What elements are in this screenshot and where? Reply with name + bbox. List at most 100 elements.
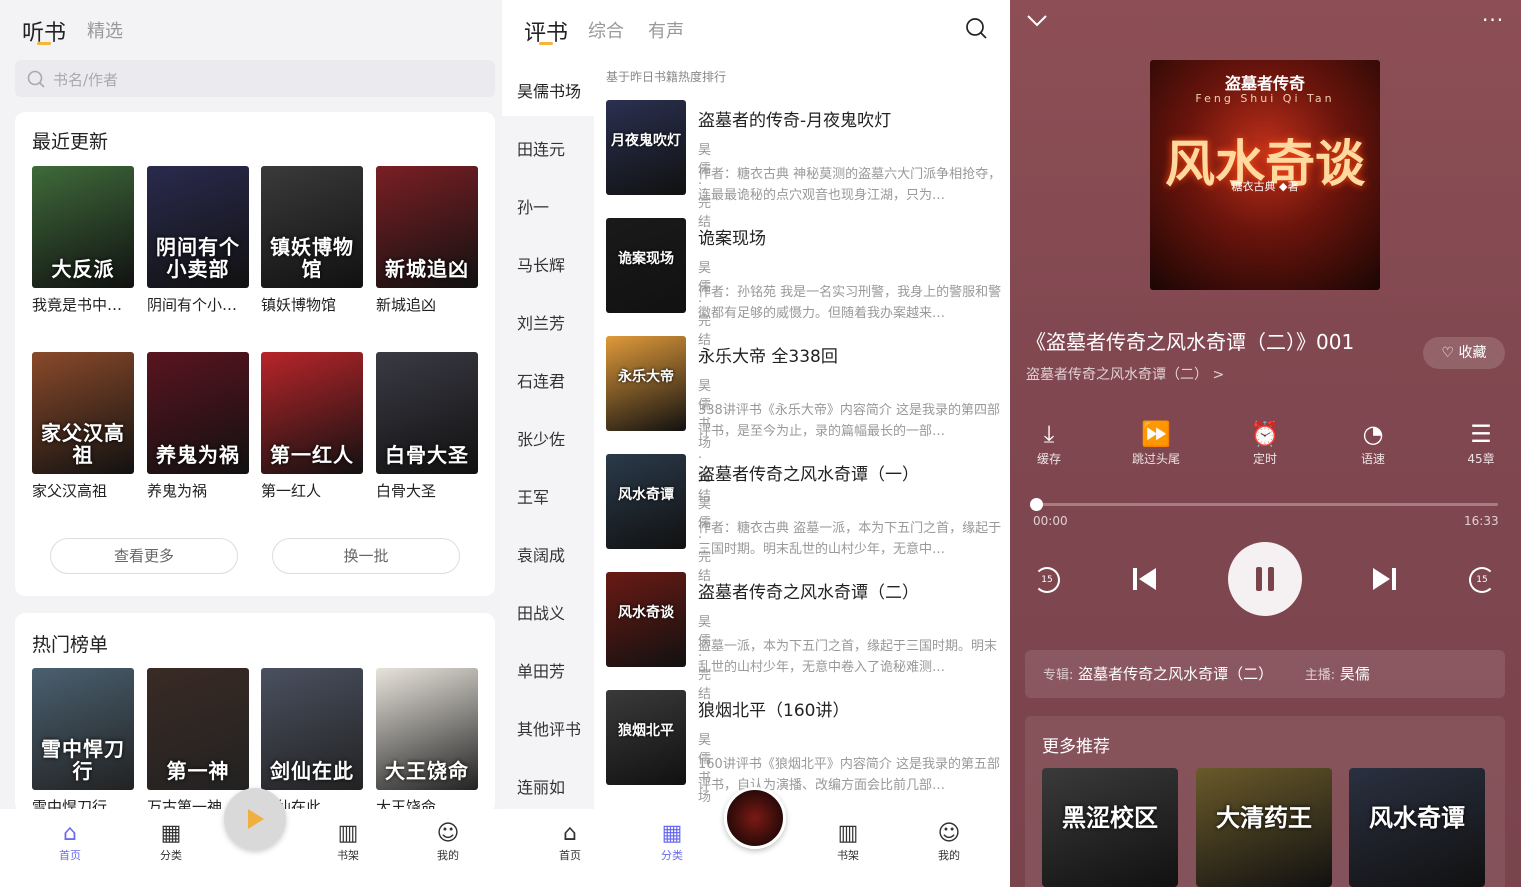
book-cover[interactable]: 第一神 <box>147 668 249 790</box>
book-cover[interactable]: 养鬼为祸 <box>147 352 249 474</box>
nav-home[interactable]: ⌂ 首页 <box>540 821 600 863</box>
nav-bookshelf[interactable]: ▥ 书架 <box>318 821 378 863</box>
control-label: 定时 <box>1252 452 1277 466</box>
nav-mine[interactable]: ☺ 我的 <box>418 821 478 863</box>
book-cover-text: 大反派 <box>51 257 115 281</box>
book-cover[interactable]: 家父汉高祖 <box>32 352 134 474</box>
category-item[interactable]: 袁阔成 <box>502 542 594 566</box>
book-cover[interactable]: 大王饶命 <box>376 668 478 790</box>
book-cover[interactable]: 白骨大圣 <box>376 352 478 474</box>
bookstore-home-panel: 听书 精选 书名/作者 最近更新 大反派 我竟是书中… 阴间有个小卖部 阴间有个小… 镇… <box>0 0 502 887</box>
category-item[interactable]: 昊儒书场 <box>502 78 594 102</box>
book-cover: 风水奇谈 <box>606 572 686 667</box>
category-item[interactable]: 王军 <box>502 484 594 508</box>
category-item[interactable]: 连丽如 <box>502 774 594 798</box>
nav-home[interactable]: ⌂ 首页 <box>40 821 100 863</box>
track-title: 《盗墓者传奇之风水奇谭（二）》001 <box>1026 330 1355 354</box>
book-title[interactable]: 我竟是书中… <box>32 294 136 315</box>
download-icon: ⤓ <box>1043 420 1055 448</box>
book-title[interactable]: 白骨大圣 <box>376 480 480 501</box>
nav-category[interactable]: ▦ 分类 <box>141 821 201 863</box>
book-title: 狼烟北平（160讲） <box>698 701 850 721</box>
book-cover-text: 家父汉高祖 <box>41 421 125 467</box>
book-cover[interactable]: 新城追凶 <box>376 166 478 288</box>
book-title[interactable]: 第一红人 <box>261 480 365 501</box>
search-icon[interactable] <box>965 17 987 39</box>
recommendation-cover[interactable]: 风水奇谭 <box>1349 768 1485 887</box>
favorite-label: 收藏 <box>1458 345 1487 361</box>
book-cover-text: 养鬼为祸 <box>156 443 240 467</box>
category-item[interactable]: 马长辉 <box>502 252 594 276</box>
book-title: 盗墓者传奇之风水奇谭（二） <box>698 583 919 603</box>
control-download-button[interactable]: ⤓ 缓存 <box>1014 418 1084 467</box>
control-speed-button[interactable]: ◔ 语速 <box>1338 418 1408 467</box>
next-track-icon[interactable] <box>1371 565 1399 593</box>
book-cover-text: 第一神 <box>166 759 230 783</box>
mini-player-cover-button[interactable] <box>724 787 786 849</box>
category-item[interactable]: 田战义 <box>502 600 594 624</box>
category-item[interactable]: 田连元 <box>502 136 594 160</box>
book-description: 338讲评书《永乐大帝》内容简介 这是我录的第四部评书，是至今为止，录的篇幅最长… <box>698 403 1000 439</box>
chevron-down-icon[interactable] <box>1026 14 1048 28</box>
category-item[interactable]: 孙一 <box>502 194 594 218</box>
more-menu-icon[interactable]: ··· <box>1482 8 1504 32</box>
control-list-button[interactable]: ☰ 45章 <box>1446 418 1516 467</box>
progress-track[interactable] <box>1030 498 1498 511</box>
previous-track-icon[interactable] <box>1130 565 1158 593</box>
switch-batch-button[interactable]: 换一批 <box>272 538 460 574</box>
host-name[interactable]: 昊儒 <box>1340 665 1370 683</box>
category-sidebar: 昊儒书场田连元孙一马长辉刘兰芳石连君张少佐王军袁阔成田战义单田芳其他评书连丽如 <box>502 56 594 811</box>
book-cover-text: 阴间有个小卖部 <box>156 235 240 281</box>
recommendation-cover[interactable]: 黑涩校区 <box>1042 768 1178 887</box>
book-title[interactable]: 家父汉高祖 <box>32 480 136 501</box>
recent-updates-title: 最近更新 <box>32 131 109 153</box>
book-description: 作者：糖衣古典 神秘莫测的盗墓六大门派争相抢夺，连最最诡秘的点穴观音也现身江湖，… <box>698 167 1002 203</box>
tab-general[interactable]: 综合 <box>588 17 624 43</box>
book-cover[interactable]: 大反派 <box>32 166 134 288</box>
list-icon: ☰ <box>1470 420 1492 448</box>
category-item[interactable]: 单田芳 <box>502 658 594 682</box>
book-cover-text: 狼烟北平 <box>618 723 674 739</box>
rewind-15-button[interactable]: 15 <box>1034 567 1060 593</box>
search-input[interactable]: 书名/作者 <box>15 60 495 97</box>
profile-icon: ☺ <box>436 821 460 846</box>
pause-button[interactable] <box>1228 542 1302 616</box>
nav-mine-label: 我的 <box>938 849 960 862</box>
active-tab-indicator <box>37 42 51 45</box>
control-skip-intro-button[interactable]: ⏩ 跳过头尾 <box>1121 418 1191 467</box>
tab-featured[interactable]: 精选 <box>87 17 123 43</box>
book-cover-text: 诡案现场 <box>618 251 674 267</box>
control-alarm-button[interactable]: ⏰ 定时 <box>1230 418 1300 467</box>
progress-thumb[interactable] <box>1030 498 1043 511</box>
category-item[interactable]: 石连君 <box>502 368 594 392</box>
book-cover-text: 雪中悍刀行 <box>41 737 125 783</box>
book-cover[interactable]: 雪中悍刀行 <box>32 668 134 790</box>
book-title[interactable]: 养鬼为祸 <box>147 480 251 501</box>
book-title[interactable]: 阴间有个小… <box>147 294 251 315</box>
play-icon <box>248 809 264 829</box>
recommendation-cover[interactable]: 大清药王 <box>1196 768 1332 887</box>
nav-mine[interactable]: ☺ 我的 <box>919 821 979 863</box>
favorite-button[interactable]: ♡ 收藏 <box>1423 337 1505 369</box>
view-more-button[interactable]: 查看更多 <box>50 538 238 574</box>
book-cover: 月夜鬼吹灯 <box>606 100 686 195</box>
album-name[interactable]: 盗墓者传奇之风水奇谭（二） <box>1078 665 1273 683</box>
category-item[interactable]: 刘兰芳 <box>502 310 594 334</box>
book-title[interactable]: 镇妖博物馆 <box>261 294 365 315</box>
album-link[interactable]: 盗墓者传奇之风水奇谭（二） > <box>1026 364 1224 384</box>
time-total: 16:33 <box>1464 514 1499 528</box>
nav-bookshelf[interactable]: ▥ 书架 <box>818 821 878 863</box>
nav-home-label: 首页 <box>559 849 581 862</box>
book-cover[interactable]: 第一红人 <box>261 352 363 474</box>
book-cover[interactable]: 阴间有个小卖部 <box>147 166 249 288</box>
book-title[interactable]: 新城追凶 <box>376 294 480 315</box>
mini-player-button[interactable] <box>224 788 286 850</box>
tab-audio[interactable]: 有声 <box>648 17 684 43</box>
hot-list-card: 热门榜单 雪中悍刀行 雪中悍刀行 第一神 万古第一神 剑仙在此 剑仙在此 大王饶命 大王饶命 <box>15 613 495 816</box>
category-item[interactable]: 张少佐 <box>502 426 594 450</box>
book-cover[interactable]: 镇妖博物馆 <box>261 166 363 288</box>
forward-15-button[interactable]: 15 <box>1469 567 1495 593</box>
book-cover[interactable]: 剑仙在此 <box>261 668 363 790</box>
category-item[interactable]: 其他评书 <box>502 716 594 740</box>
nav-category[interactable]: ▦ 分类 <box>642 821 702 863</box>
